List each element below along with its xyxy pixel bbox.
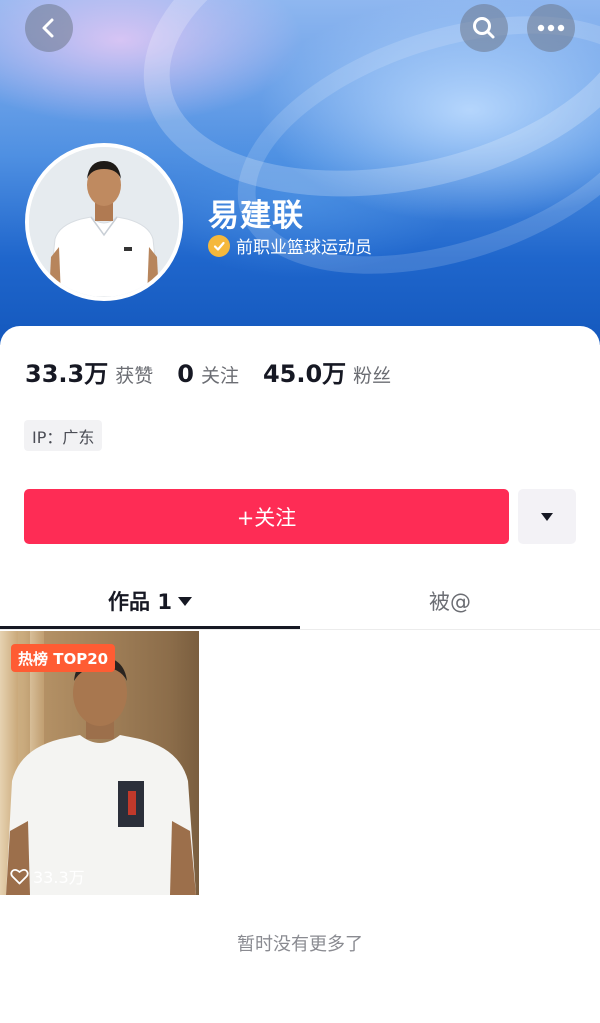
verified-title: 前职业篮球运动员 (236, 238, 372, 258)
content-tabs: 作品 1 被@ (0, 575, 600, 630)
stats-row: 33.3万 获赞 0 关注 45.0万 粉丝 (25, 354, 415, 389)
follow-options-button[interactable] (518, 489, 576, 544)
chevron-left-icon (42, 18, 54, 38)
search-button[interactable] (460, 4, 508, 52)
like-count-text: 33.3万 (33, 868, 85, 887)
caret-down-icon (541, 512, 553, 521)
video-like-count: 33.3万 (10, 864, 85, 888)
more-dots-icon (537, 24, 565, 32)
avatar[interactable] (25, 143, 183, 301)
tab-label: 被@ (429, 590, 471, 614)
avatar-photo (29, 147, 179, 297)
follow-button[interactable]: +关注 (24, 489, 509, 544)
stat-label: 关注 (200, 365, 239, 387)
verified-check-icon (208, 234, 230, 257)
stat-label: 获赞 (115, 365, 154, 387)
stat-value: 33.3万 (25, 360, 109, 388)
stat-likes[interactable]: 33.3万 获赞 (25, 354, 153, 389)
back-button[interactable] (25, 4, 73, 52)
hot-rank-badge: 热榜 TOP20 (11, 644, 116, 672)
stat-followers[interactable]: 45.0万 粉丝 (263, 354, 391, 389)
tab-label: 作品 1 (108, 590, 172, 614)
more-button[interactable] (527, 4, 575, 52)
search-icon (473, 17, 495, 39)
tab-mentions[interactable]: 被@ (300, 575, 600, 627)
tab-works[interactable]: 作品 1 (0, 575, 300, 627)
verified-row: 前职业篮球运动员 (208, 233, 372, 258)
stat-label: 粉丝 (353, 365, 392, 387)
ip-location-tag: IP：广东 (24, 420, 103, 451)
heart-icon (10, 868, 29, 884)
stat-following[interactable]: 0 关注 (177, 360, 239, 388)
stat-value: 45.0万 (262, 360, 347, 388)
caret-down-icon (177, 596, 192, 606)
end-of-list-text: 暂时没有更多了 (237, 934, 363, 955)
profile-name: 易建联 (208, 198, 304, 234)
tab-divider (0, 629, 600, 630)
stat-value: 0 (177, 360, 194, 388)
